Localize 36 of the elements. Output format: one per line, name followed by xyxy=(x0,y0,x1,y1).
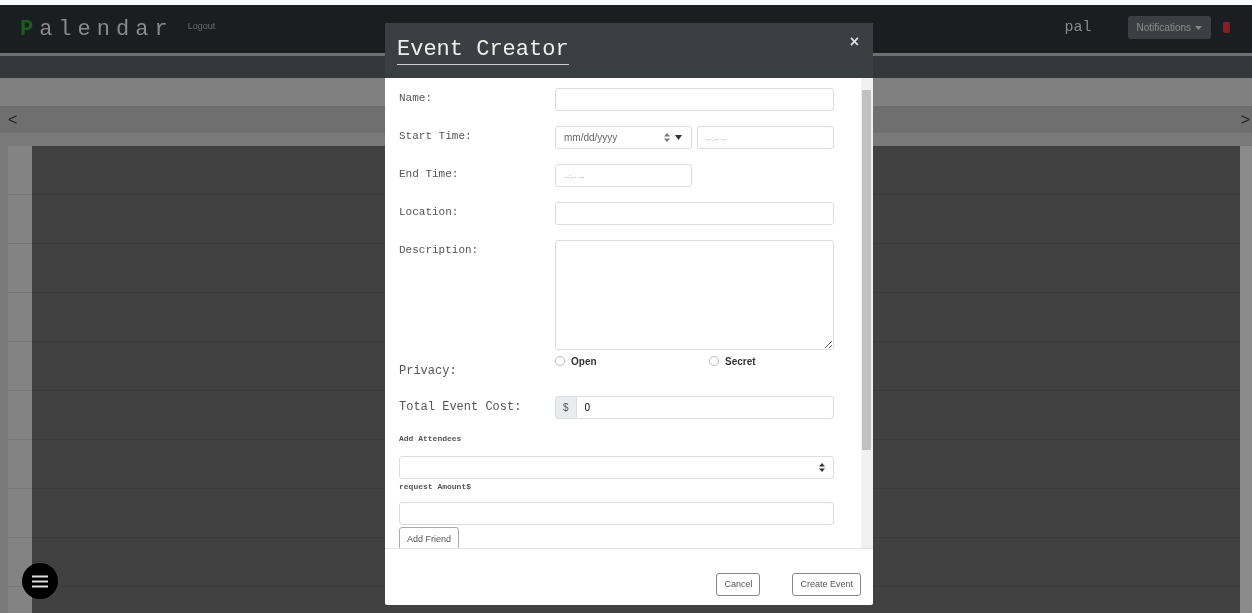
date-field[interactable]: mm/dd/yyyy xyxy=(555,126,692,149)
add-friend-button[interactable]: Add Friend xyxy=(399,527,460,548)
select-arrows-icon xyxy=(819,463,825,472)
caret-icon[interactable] xyxy=(675,135,682,140)
spinner-icon[interactable] xyxy=(664,133,670,142)
logo[interactable]: P alendar xyxy=(20,16,174,42)
amount-field[interactable] xyxy=(399,502,834,525)
close-button[interactable]: × xyxy=(847,33,861,51)
caret-icon xyxy=(1195,25,1202,30)
create-event-button[interactable]: Create Event xyxy=(792,572,861,596)
radio-button[interactable] xyxy=(709,356,719,366)
cost-field[interactable]: 0 xyxy=(576,396,834,419)
field-label: Start Time: xyxy=(399,129,473,144)
text-field[interactable] xyxy=(555,88,834,111)
field-label: Privacy: xyxy=(399,363,458,378)
field-label: Location: xyxy=(399,205,460,220)
text-field[interactable] xyxy=(555,202,834,225)
field-label: Name: xyxy=(399,91,433,106)
dialog-scrollbar[interactable] xyxy=(861,78,873,548)
attendee-select[interactable] xyxy=(399,456,834,479)
currency-prefix: $ xyxy=(555,396,577,419)
radio-label: Secret xyxy=(725,355,756,367)
field-label: Total Event Cost: xyxy=(399,399,523,416)
section-label: Add Attendees xyxy=(399,434,463,443)
time-field[interactable]: --:-- -- xyxy=(697,126,834,149)
radio-button[interactable] xyxy=(555,356,565,366)
menu-icon xyxy=(32,574,48,588)
username: pal xyxy=(1064,18,1092,36)
time-field[interactable]: --:-- -- xyxy=(555,164,692,187)
cancel-button[interactable]: Cancel xyxy=(716,572,761,596)
field-label: request Amount$ xyxy=(399,482,472,491)
field-label: Description: xyxy=(399,243,480,258)
dialog-title: Event Creator xyxy=(397,37,569,65)
field-label: End Time: xyxy=(399,167,460,182)
radio-label: Open xyxy=(571,355,597,367)
description-field[interactable] xyxy=(555,240,834,350)
